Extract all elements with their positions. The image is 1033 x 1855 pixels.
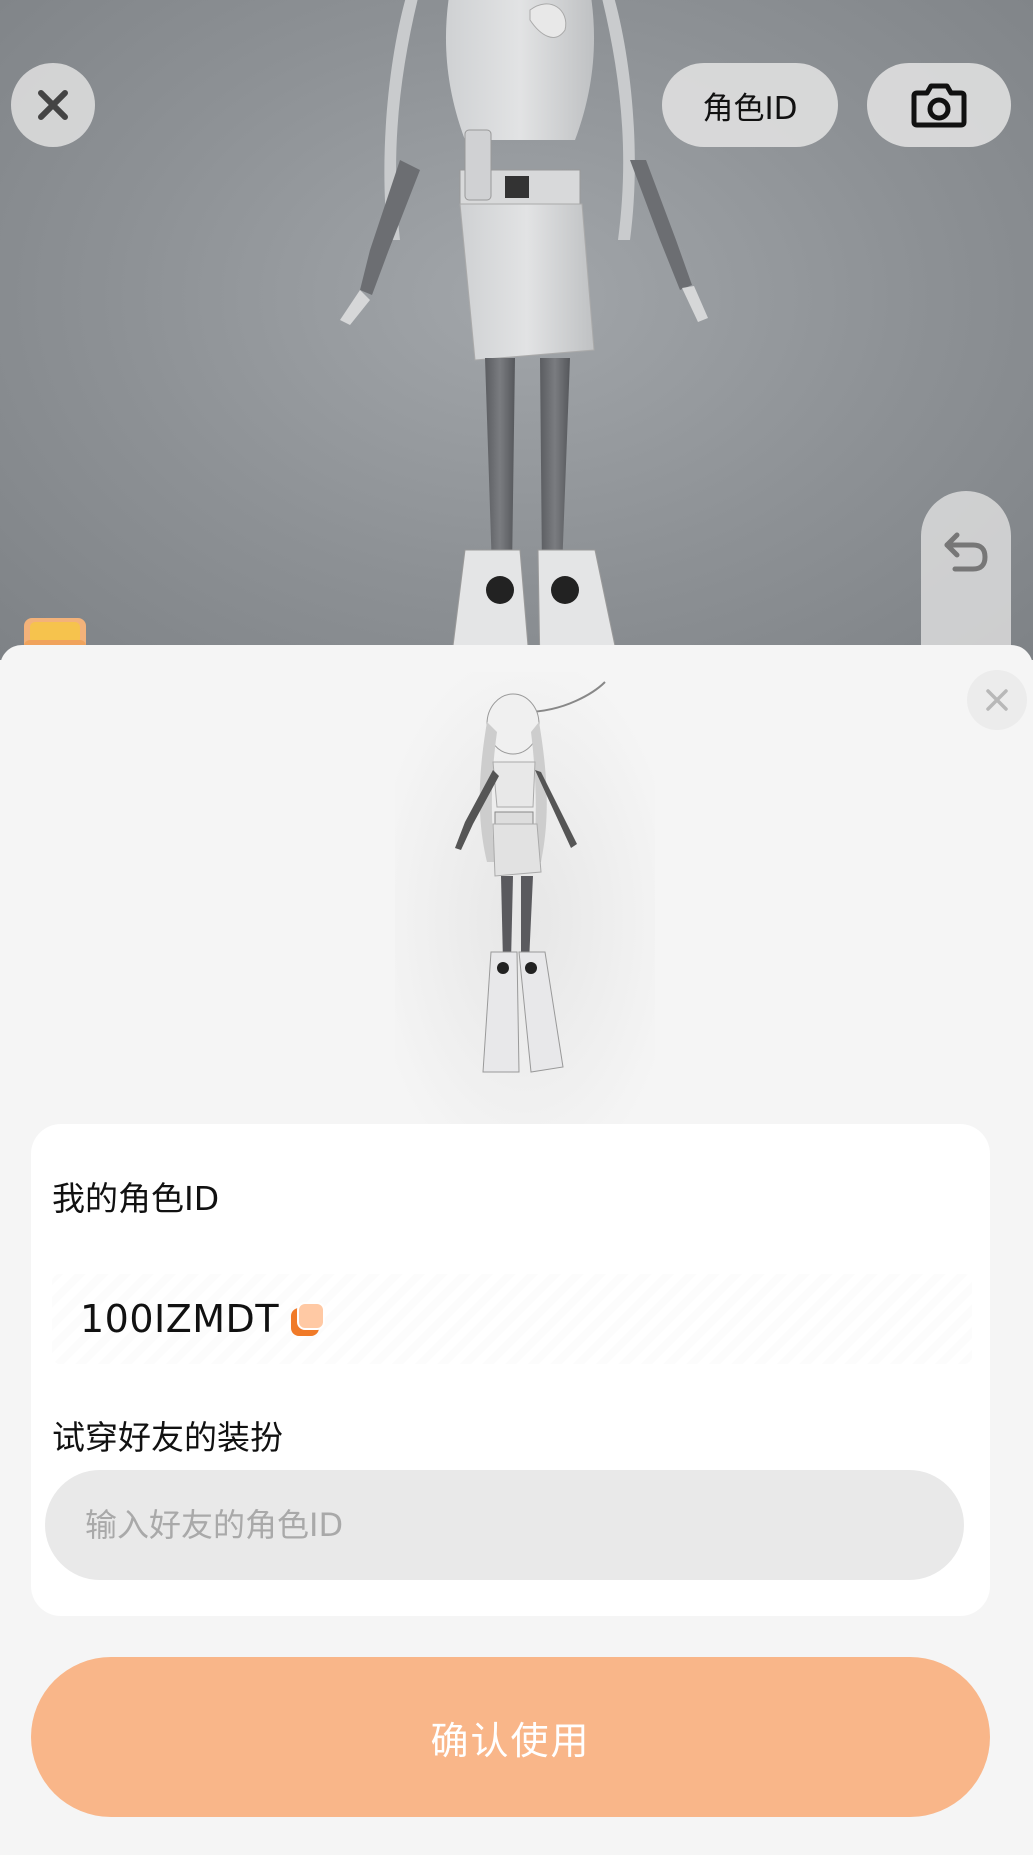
sheet-close-button[interactable] bbox=[967, 670, 1027, 730]
my-role-id-row: 100IZMDT bbox=[52, 1274, 972, 1364]
role-id-button-label: 角色ID bbox=[702, 90, 798, 127]
undo-button[interactable] bbox=[921, 491, 1011, 660]
avatar-preview bbox=[395, 672, 655, 1124]
camera-icon bbox=[911, 83, 967, 128]
my-role-id-label: 我的角色ID bbox=[52, 1179, 220, 1218]
copy-icon[interactable] bbox=[291, 1302, 327, 1338]
my-role-id-value: 100IZMDT bbox=[80, 1297, 280, 1341]
camera-button[interactable] bbox=[867, 63, 1011, 147]
friend-role-id-input[interactable] bbox=[45, 1470, 964, 1580]
close-icon bbox=[986, 689, 1008, 711]
role-id-card: 我的角色ID 100IZMDT 试穿好友的装扮 bbox=[31, 1124, 990, 1616]
try-friend-outfit-label: 试穿好友的装扮 bbox=[52, 1418, 283, 1457]
close-button[interactable] bbox=[11, 63, 95, 147]
role-id-button[interactable]: 角色ID bbox=[662, 63, 838, 147]
avatar-viewport[interactable]: 角色ID bbox=[0, 0, 1033, 660]
undo-icon bbox=[944, 532, 988, 572]
close-icon bbox=[38, 90, 68, 120]
confirm-button[interactable]: 确认使用 bbox=[31, 1657, 990, 1817]
